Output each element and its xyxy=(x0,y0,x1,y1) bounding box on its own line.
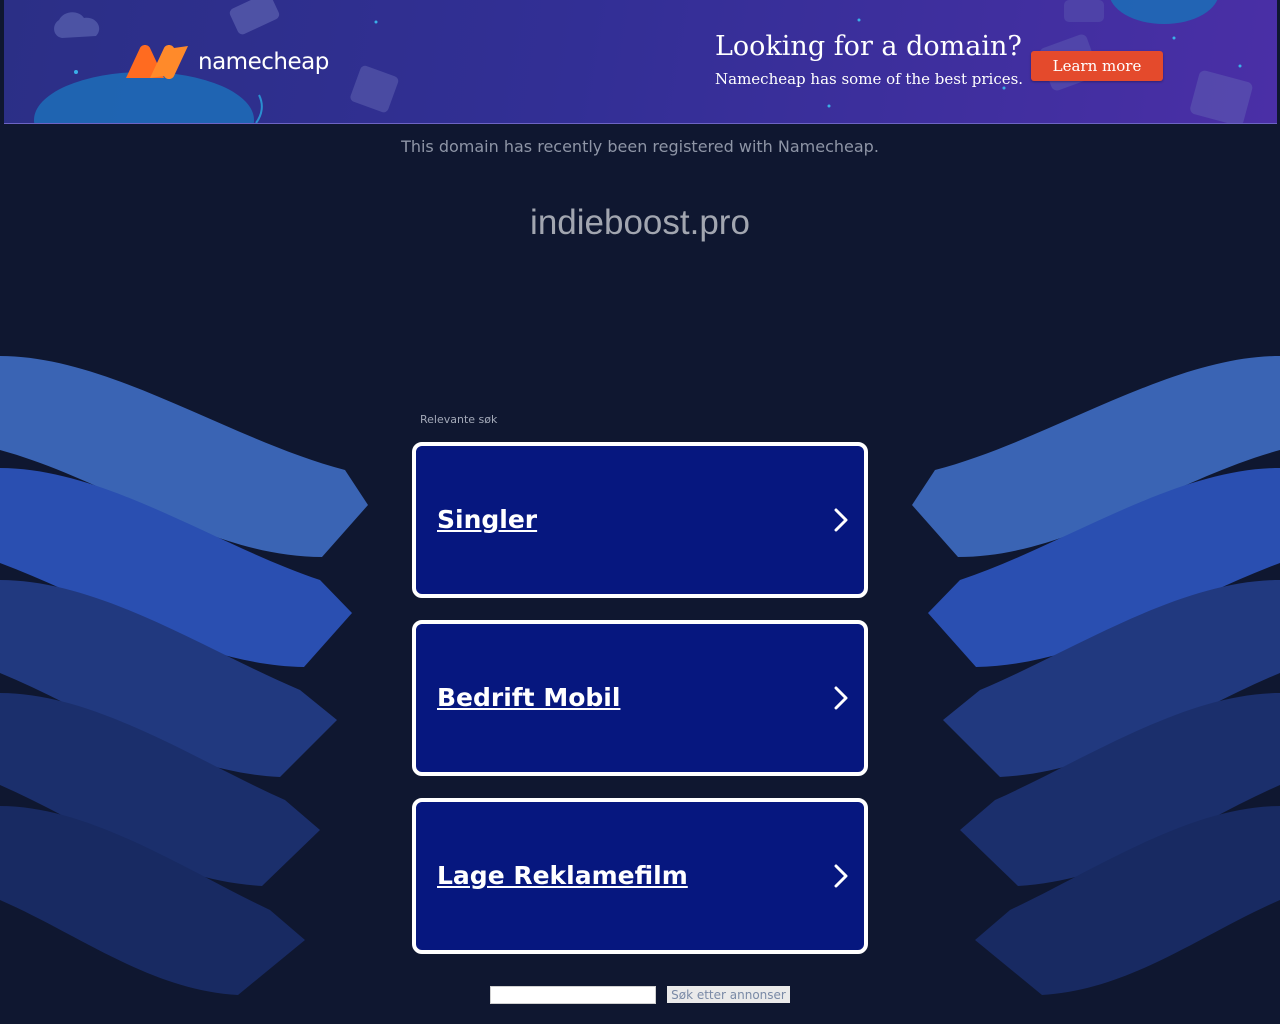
related-searches-label: Relevante søk xyxy=(420,413,498,426)
related-search-singler[interactable]: Singler xyxy=(412,442,868,598)
namecheap-wordmark: namecheap xyxy=(198,49,329,75)
chevron-right-icon xyxy=(834,864,848,888)
related-search-label: Lage Reklamefilm xyxy=(437,861,688,890)
right-waves xyxy=(912,356,1280,995)
ad-banner: namecheap Looking for a domain? Namechea… xyxy=(4,0,1277,124)
ad-search-input[interactable] xyxy=(490,986,656,1004)
related-search-lage-reklamefilm[interactable]: Lage Reklamefilm xyxy=(412,798,868,954)
related-search-label: Bedrift Mobil xyxy=(437,683,621,712)
related-search-bedrift-mobil[interactable]: Bedrift Mobil xyxy=(412,620,868,776)
chevron-right-icon xyxy=(834,686,848,710)
left-waves xyxy=(0,356,368,995)
chevron-right-icon xyxy=(834,508,848,532)
ad-search-button[interactable]: Søk etter annonser xyxy=(667,986,790,1003)
ad-subtitle: Namecheap has some of the best prices. xyxy=(715,70,1024,88)
related-search-label: Singler xyxy=(437,505,538,534)
namecheap-logo-icon xyxy=(126,45,188,79)
ad-title: Looking for a domain? xyxy=(715,31,1022,62)
learn-more-button[interactable]: Learn more xyxy=(1031,51,1163,81)
namecheap-logo[interactable]: namecheap xyxy=(124,42,329,82)
registration-notice: This domain has recently been registered… xyxy=(401,137,879,156)
domain-name: indieboost.pro xyxy=(530,203,750,242)
